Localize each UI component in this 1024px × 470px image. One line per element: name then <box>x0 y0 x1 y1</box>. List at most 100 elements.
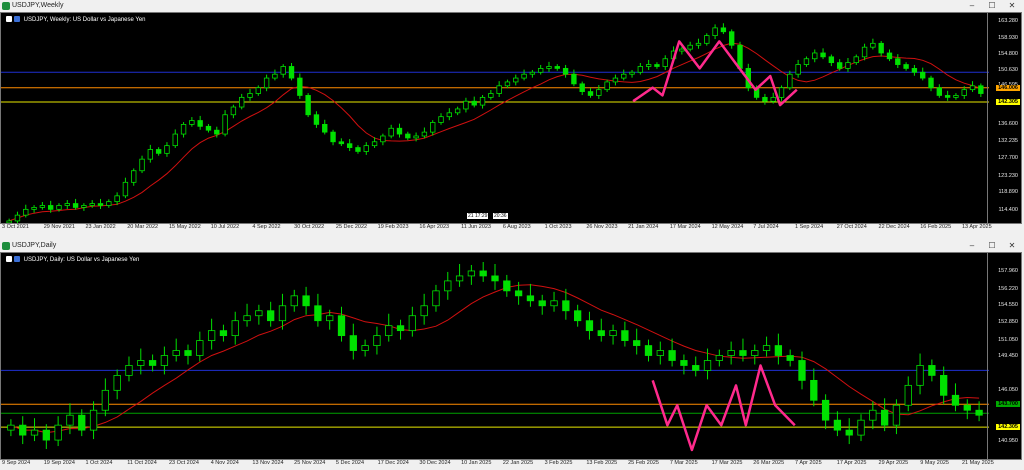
candle-body-63 <box>529 71 536 75</box>
candle-body-64 <box>537 68 544 73</box>
candle-body-0 <box>7 424 15 431</box>
date-tick-label: 16 Feb 2025 <box>920 224 952 230</box>
candle-body-82 <box>975 409 983 416</box>
weekly-time-axis[interactable]: 3 Oct 2021 29 Nov 2021 23 Jan 2022 20 Mar 2… <box>0 224 1022 234</box>
one-click-trading-icon[interactable] <box>14 16 20 23</box>
price-tag-label: 143.700 <box>996 401 1020 408</box>
candle-body-78 <box>654 64 660 67</box>
candle-body-7 <box>64 203 70 206</box>
date-tick-label: 21 May 2025 <box>962 460 994 466</box>
symbol-menu-icon[interactable] <box>6 16 12 23</box>
maximize-button[interactable]: ☐ <box>984 0 1000 12</box>
candle-body-106 <box>886 52 893 60</box>
price-tick-label: 156.220 <box>998 285 1018 292</box>
date-tick-label: 30 Oct 2022 <box>294 224 325 230</box>
candle-body-9 <box>113 375 121 391</box>
weekly-chart-plot[interactable] <box>1 13 989 224</box>
candle-body-51 <box>430 122 436 133</box>
daily-titlebar[interactable]: USDJPY,Daily – ☐ ✕ <box>0 240 1024 252</box>
symbol-menu-icon[interactable] <box>6 256 12 263</box>
candle-body-29 <box>247 93 253 98</box>
candle-body-55 <box>656 350 664 356</box>
price-tick-label: 114.400 <box>998 206 1018 213</box>
date-tick-label: 3 Oct 2021 <box>2 224 29 230</box>
candle-body-52 <box>621 330 629 341</box>
candle-body-61 <box>513 77 519 83</box>
minimize-button[interactable]: – <box>964 240 980 252</box>
candle-body-19 <box>231 320 239 337</box>
candle-body-96 <box>803 58 810 65</box>
candle-body-86 <box>720 27 727 33</box>
candle-body-36 <box>305 95 311 116</box>
candle-body-11 <box>97 203 104 206</box>
date-tick-label: 25 Feb 2025 <box>628 460 659 466</box>
date-tick-label: 7 Mar 2025 <box>669 460 698 466</box>
candle-body-18 <box>155 149 162 154</box>
candle-body-52 <box>438 116 444 123</box>
candle-body-53 <box>446 112 453 118</box>
candle-body-93 <box>778 87 785 98</box>
candle-body-117 <box>978 85 984 94</box>
maximize-button[interactable]: ☐ <box>984 240 1000 252</box>
daily-price-axis[interactable]: 157.960 156.220 154.550 152.850 151.050 149.4… <box>987 253 1021 459</box>
candle-body-9 <box>81 205 87 208</box>
candle-body-16 <box>139 158 145 172</box>
candle-body-29 <box>349 335 357 351</box>
candle-body-58 <box>488 93 494 98</box>
weekly-titlebar[interactable]: USDJPY,Weekly – ☐ ✕ <box>0 0 1024 12</box>
candle-body-25 <box>214 129 220 135</box>
weekly-chart[interactable]: USDJPY, Weekly: US Dollar vs Japanese Ye… <box>0 12 1022 224</box>
date-tick-label: 29 Apr 2025 <box>878 460 909 466</box>
date-tick-label: 25 Dec 2022 <box>335 224 368 230</box>
candle-body-41 <box>346 143 353 148</box>
date-tick-label: 25 Nov 2024 <box>294 460 326 466</box>
candle-body-36 <box>432 290 440 307</box>
price-tick-label: 149.450 <box>998 353 1018 359</box>
candle-body-102 <box>853 56 859 64</box>
candle-body-28 <box>239 96 245 108</box>
price-tick-label: 132.235 <box>998 137 1018 144</box>
candle-body-12 <box>148 360 157 366</box>
candle-body-66 <box>786 355 794 361</box>
candle-body-79 <box>940 375 948 396</box>
minimize-button[interactable]: – <box>964 0 980 12</box>
candle-body-64 <box>762 345 771 351</box>
price-tick-label: 158.930 <box>998 34 1018 41</box>
candle-body-6 <box>56 205 62 210</box>
daily-time-axis[interactable]: 9 Sep 2024 19 Sep 2024 1 Oct 2024 11 Oct 20… <box>0 460 1022 470</box>
price-tick-label: 127.700 <box>998 155 1018 162</box>
candle-body-77 <box>645 64 652 67</box>
candle-body-74 <box>880 409 889 426</box>
candle-body-27 <box>326 315 334 322</box>
candle-body-40 <box>338 141 345 145</box>
date-tick-label: 10 Jan 2025 <box>461 460 492 466</box>
candle-body-49 <box>585 320 594 332</box>
date-tick-label: 29 Nov 2021 <box>43 224 75 230</box>
candle-body-76 <box>904 384 912 406</box>
close-button[interactable]: ✕ <box>1004 240 1020 252</box>
candle-body-38 <box>455 275 464 282</box>
candle-body-1 <box>14 214 21 222</box>
price-tag-label: 146.006 <box>996 84 1020 91</box>
candle-body-3 <box>31 207 37 210</box>
date-tick-label: 11 Oct 2024 <box>127 460 157 466</box>
daily-chart[interactable]: USDJPY, Daily: US Dollar vs Japanese Yen… <box>0 252 1022 460</box>
weekly-price-axis[interactable]: 163.280158.930154.800150.630146.595142.3… <box>987 13 1021 223</box>
candle-body-33 <box>280 66 286 75</box>
price-tick-label: 136.600 <box>998 121 1018 127</box>
date-tick-label: 20 Mar 2022 <box>127 224 159 230</box>
candle-body-74 <box>621 73 627 79</box>
daily-chart-plot[interactable] <box>1 253 989 460</box>
candle-body-26 <box>222 114 228 135</box>
candle-body-31 <box>263 77 270 89</box>
one-click-trading-icon[interactable] <box>14 256 20 263</box>
date-tick-label: 7 Jul 2024 <box>753 224 779 230</box>
crosshair-date-label: 21 17:29 <box>467 213 489 219</box>
candle-body-48 <box>574 310 582 322</box>
date-tick-label: 13 Feb 2025 <box>586 460 618 466</box>
candle-body-14 <box>172 350 180 356</box>
daily-window-title: USDJPY,Daily <box>12 242 57 249</box>
candle-body-71 <box>596 89 602 96</box>
candle-body-3 <box>42 429 50 441</box>
close-button[interactable]: ✕ <box>1004 0 1020 12</box>
